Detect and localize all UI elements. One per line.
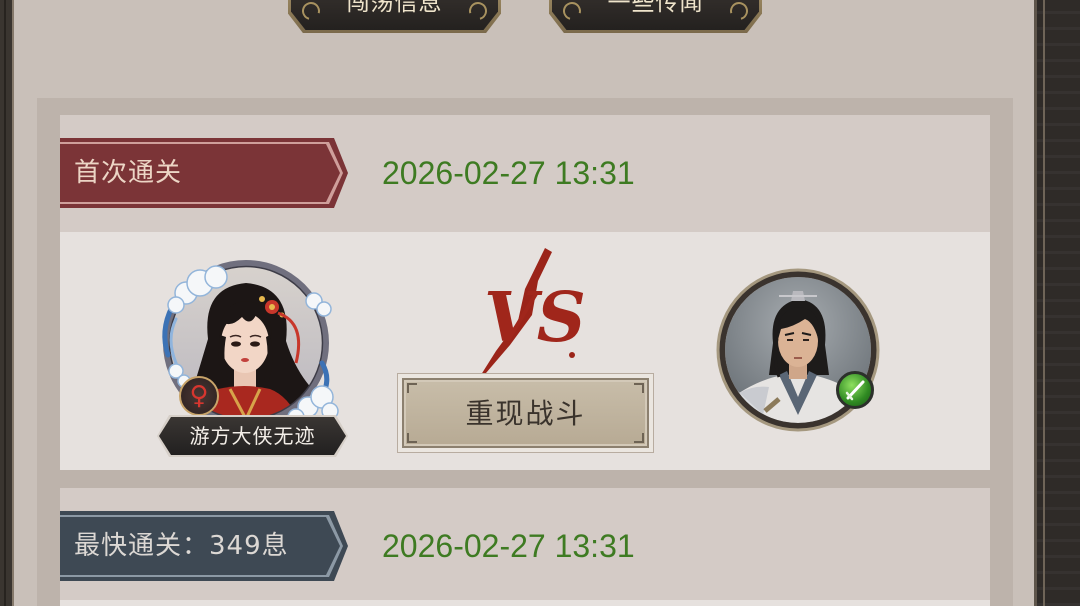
record-header: 最快通关：349息 2026-02-27 13:31 [60, 488, 990, 600]
fastest-clear-ribbon: 最快通关：349息 [60, 511, 348, 581]
tab-adventure-info[interactable]: 闯荡信息 [288, 0, 501, 33]
record-timestamp: 2026-02-27 13:31 [382, 528, 635, 564]
player-name: 游方大侠无迹 [189, 424, 316, 448]
sword-icon [845, 380, 865, 401]
green-sword-badge-icon [836, 371, 874, 409]
tab-strip: 闯荡信息 一些传闻 [0, 0, 1080, 36]
record-title: 最快通关：349息 [74, 531, 289, 561]
left-frame-border [0, 0, 14, 606]
right-frame-border [1034, 0, 1080, 606]
replay-button-label: 重现战斗 [465, 397, 586, 430]
record-first-clear: 首次通关 2026-02-27 13:31 ♀ 游方大侠无迹 VS 重现战斗 [60, 115, 990, 470]
record-title: 首次通关 [74, 158, 183, 188]
tab-label: 闯荡信息 [346, 0, 443, 16]
replay-battle-button[interactable]: 重现战斗 [397, 373, 654, 453]
vs-text: VS [484, 278, 586, 358]
player-nameplate: 游方大侠无迹 [157, 415, 348, 457]
player-avatar[interactable] [146, 243, 346, 443]
battle-matchup: ♀ 游方大侠无迹 VS 重现战斗 [60, 232, 990, 470]
brush-splatter [569, 352, 575, 358]
female-gender-icon: ♀ [179, 376, 219, 416]
frame-inner-line [4, 0, 6, 606]
game-screen: 闯荡信息 一些传闻 首次通关 2026-02-27 13:31 ♀ 游方大侠无迹… [0, 0, 1080, 606]
tab-rumors[interactable]: 一些传闻 [549, 0, 762, 33]
button-face: 重现战斗 [402, 378, 649, 448]
record-header: 首次通关 2026-02-27 13:31 [60, 115, 990, 232]
opponent-avatar[interactable] [713, 265, 883, 435]
versus-mark: VS [479, 248, 586, 378]
record-body [60, 600, 990, 606]
record-fastest-clear: 最快通关：349息 2026-02-27 13:31 [60, 488, 990, 606]
first-clear-ribbon: 首次通关 [60, 138, 348, 208]
tab-label: 一些传闻 [607, 0, 704, 16]
frame-inner-line [1043, 0, 1045, 606]
record-timestamp: 2026-02-27 13:31 [382, 155, 635, 191]
